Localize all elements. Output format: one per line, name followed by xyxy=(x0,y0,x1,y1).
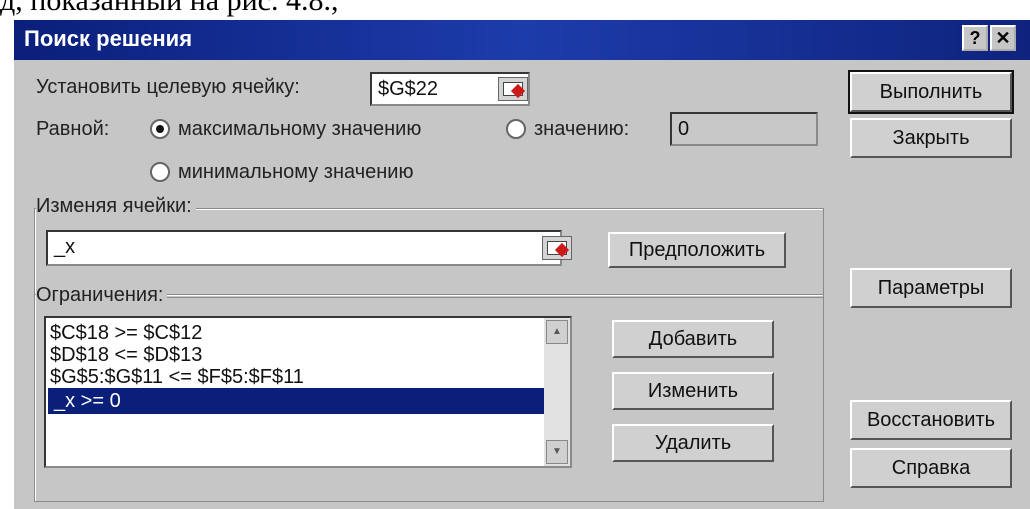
target-cell-label: Установить целевую ячейку: xyxy=(36,76,300,98)
solve-button[interactable]: Выполнить xyxy=(848,70,1014,114)
close-button[interactable]: Закрыть xyxy=(850,118,1012,158)
value-field[interactable]: 0 xyxy=(670,112,818,146)
solver-dialog: Поиск решения ? ✕ Установить целевую яче… xyxy=(12,18,1030,509)
reset-button[interactable]: Восстановить xyxy=(850,400,1012,440)
add-button[interactable]: Добавить xyxy=(612,320,774,358)
change-button[interactable]: Изменить xyxy=(612,372,774,410)
options-button[interactable]: Параметры xyxy=(850,268,1012,308)
help-icon[interactable]: ? xyxy=(962,25,988,51)
constraint-item-selected[interactable]: _x >= 0 xyxy=(48,388,544,414)
min-radio[interactable] xyxy=(150,162,170,182)
constraint-item[interactable]: $G$5:$G$11 <= $F$5:$F$11 xyxy=(50,364,304,390)
target-cell-ref-icon[interactable] xyxy=(498,77,528,101)
guess-button[interactable]: Предположить xyxy=(608,232,786,268)
value-radio-label: значению: xyxy=(534,118,630,140)
changing-cells-input[interactable]: _x xyxy=(46,230,562,266)
value-field-text: 0 xyxy=(678,118,690,140)
constraints-scrollbar[interactable]: ▲ ▼ xyxy=(544,318,570,466)
constraints-list[interactable]: $C$18 >= $C$12 $D$18 <= $D$13 $G$5:$G$11… xyxy=(44,316,572,468)
scroll-up-icon[interactable]: ▲ xyxy=(546,320,568,344)
changing-cells-value: _x xyxy=(54,236,76,258)
close-icon[interactable]: ✕ xyxy=(990,25,1016,51)
scroll-down-icon[interactable]: ▼ xyxy=(546,440,568,464)
max-radio[interactable] xyxy=(150,119,170,139)
value-radio[interactable] xyxy=(506,119,526,139)
max-radio-label: максимальному значению xyxy=(178,118,422,140)
equal-label: Равной: xyxy=(36,118,110,140)
constraints-label: Ограничения: xyxy=(36,284,168,307)
changing-cells-label: Изменяя ячейки: xyxy=(36,195,196,218)
target-cell-value: $G$22 xyxy=(378,78,439,100)
title-bar: Поиск решения ? ✕ xyxy=(14,20,1030,60)
changing-cells-ref-icon[interactable] xyxy=(542,236,572,260)
min-radio-label: минимальному значению xyxy=(178,161,414,183)
help-button[interactable]: Справка xyxy=(850,448,1012,488)
caption-text: д, показанный на рис. 4.8., xyxy=(0,0,339,17)
delete-button[interactable]: Удалить xyxy=(612,424,774,462)
window-title: Поиск решения xyxy=(24,26,193,51)
